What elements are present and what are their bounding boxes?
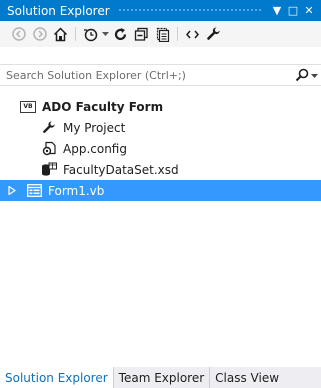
refresh-icon bbox=[114, 27, 127, 40]
tree-item-dataset[interactable]: FacultyDataSet.xsd bbox=[0, 159, 321, 180]
tree-item-form1[interactable]: Form1.vb bbox=[0, 180, 321, 201]
tree-item-app-config[interactable]: App.config bbox=[0, 138, 321, 159]
search-icon[interactable] bbox=[295, 68, 309, 82]
search-input[interactable] bbox=[6, 68, 295, 82]
tab-class-view[interactable]: Class View bbox=[210, 367, 284, 388]
pending-changes-icon bbox=[84, 28, 98, 41]
bottom-tab-strip: Solution Explorer Team Explorer Class Vi… bbox=[0, 367, 321, 388]
home-icon bbox=[53, 26, 68, 41]
properties-icon bbox=[207, 26, 220, 40]
refresh-button[interactable] bbox=[110, 23, 131, 45]
config-file-icon bbox=[41, 141, 57, 157]
tree-item-label: App.config bbox=[63, 141, 127, 156]
vb-badge: VB bbox=[20, 100, 36, 113]
window-options-button[interactable]: ▼ bbox=[269, 0, 285, 21]
show-all-files-button[interactable] bbox=[152, 23, 173, 45]
form-icon bbox=[26, 183, 42, 199]
tab-solution-explorer[interactable]: Solution Explorer bbox=[0, 367, 114, 388]
drag-grip[interactable] bbox=[117, 8, 261, 13]
view-code-button[interactable] bbox=[182, 23, 203, 45]
window-title: Solution Explorer bbox=[7, 3, 110, 18]
wrench-icon bbox=[41, 120, 57, 136]
project-label: ADO Faculty Form bbox=[42, 99, 164, 114]
tree-item-label: My Project bbox=[63, 120, 126, 135]
back-button[interactable] bbox=[8, 23, 29, 45]
properties-button[interactable] bbox=[203, 23, 224, 45]
title-bar: Solution Explorer ▼ □ ✕ bbox=[0, 0, 321, 21]
maximize-button[interactable]: □ bbox=[285, 0, 301, 21]
home-button[interactable] bbox=[50, 23, 71, 45]
tab-team-explorer[interactable]: Team Explorer bbox=[114, 367, 211, 388]
search-box bbox=[0, 64, 321, 86]
tree-item-label: Form1.vb bbox=[48, 183, 105, 198]
tree-item-project[interactable]: VB ADO Faculty Form bbox=[0, 96, 321, 117]
forward-icon bbox=[32, 27, 47, 41]
search-options-dropdown[interactable] bbox=[311, 71, 321, 80]
chevron-down-icon bbox=[311, 73, 318, 78]
dropdown-chevron-icon bbox=[102, 32, 109, 36]
dataset-icon bbox=[41, 162, 57, 178]
pending-changes-button[interactable] bbox=[80, 23, 101, 45]
solution-tree: VB ADO Faculty Form My Project App.confi… bbox=[0, 96, 321, 201]
view-code-icon bbox=[186, 30, 199, 38]
forward-button[interactable] bbox=[29, 23, 50, 45]
show-all-files-icon bbox=[156, 27, 170, 42]
expand-arrow-icon[interactable] bbox=[4, 183, 20, 199]
toolbar-separator bbox=[177, 27, 178, 41]
toolbar bbox=[0, 21, 321, 47]
back-icon bbox=[11, 27, 26, 41]
tree-item-my-project[interactable]: My Project bbox=[0, 117, 321, 138]
close-button[interactable]: ✕ bbox=[301, 0, 317, 21]
tree-item-label: FacultyDataSet.xsd bbox=[63, 162, 179, 177]
vb-project-icon: VB bbox=[20, 99, 36, 115]
collapse-all-button[interactable] bbox=[131, 23, 152, 45]
collapse-all-icon bbox=[134, 27, 148, 41]
pending-changes-dropdown[interactable] bbox=[101, 23, 110, 45]
toolbar-separator bbox=[75, 27, 76, 41]
